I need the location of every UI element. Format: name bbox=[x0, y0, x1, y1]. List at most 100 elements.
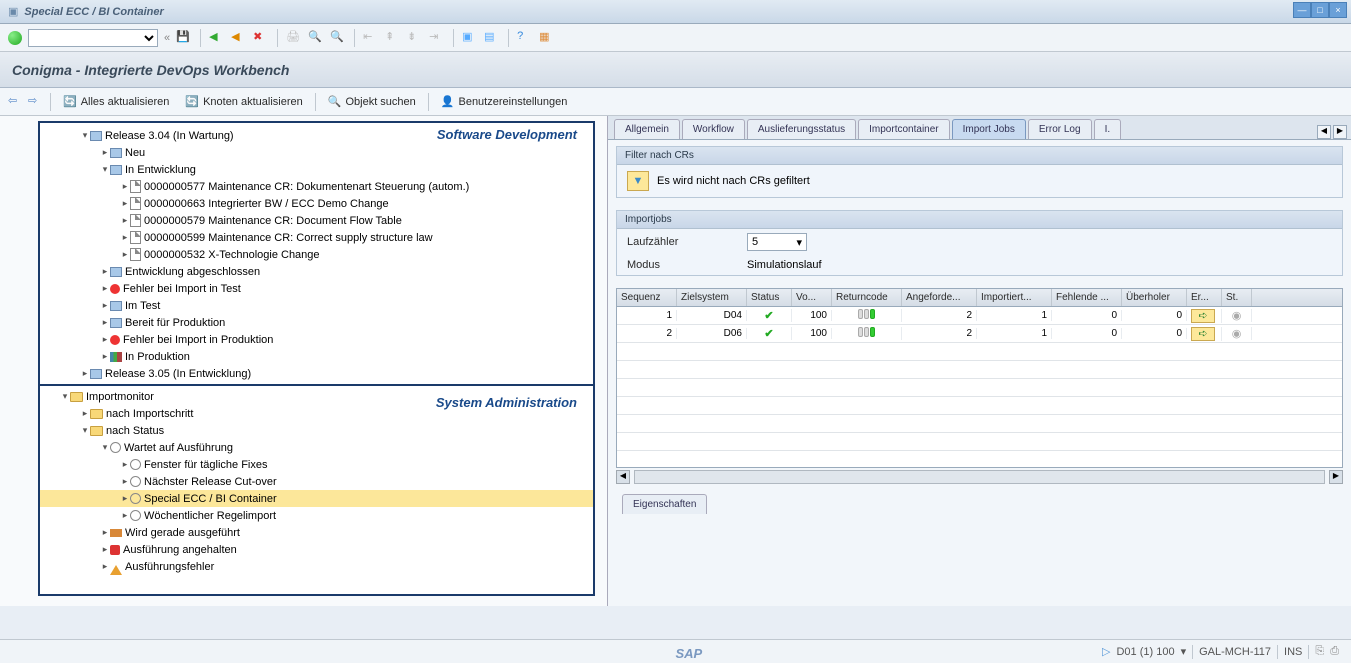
tab-eigenschaften[interactable]: Eigenschaften bbox=[622, 494, 707, 514]
search-object-button[interactable]: 🔍Objekt suchen bbox=[322, 93, 422, 110]
tree-node-nach-status[interactable]: ▾nach Status bbox=[40, 422, 593, 439]
tab-more[interactable]: I. bbox=[1094, 119, 1122, 139]
status-icon1[interactable]: ⎘ bbox=[1315, 645, 1324, 658]
tab-allgemein[interactable]: Allgemein bbox=[614, 119, 680, 139]
col-zielsystem[interactable]: Zielsystem bbox=[677, 289, 747, 306]
tree-item-woechentlich[interactable]: ▸Wöchentlicher Regelimport bbox=[40, 507, 593, 524]
scroll-track[interactable] bbox=[634, 470, 1325, 484]
tree-item-cr579[interactable]: ▸0000000579 Maintenance CR: Document Flo… bbox=[40, 212, 593, 229]
tree-node-fehler[interactable]: ▸Ausführungsfehler bbox=[40, 558, 593, 575]
clock-icon bbox=[110, 442, 121, 453]
customize-icon[interactable]: ▦ bbox=[539, 30, 555, 46]
col-fehlende[interactable]: Fehlende ... bbox=[1052, 289, 1122, 306]
tree-node-import-prod-error[interactable]: ▸Fehler bei Import in Produktion bbox=[40, 331, 593, 348]
tree-item-special-selected[interactable]: ▸Special ECC / BI Container bbox=[40, 490, 593, 507]
warning-icon bbox=[110, 559, 122, 575]
col-vo[interactable]: Vo... bbox=[792, 289, 832, 306]
jobs-panel: Importjobs Laufzähler 5▾ Modus Simulatio… bbox=[616, 210, 1343, 276]
clock-icon bbox=[130, 459, 141, 470]
tab-scroll-right-icon[interactable]: ▶ bbox=[1333, 125, 1347, 139]
cancel-icon[interactable]: ✖ bbox=[253, 30, 269, 46]
tab-importcontainer[interactable]: Importcontainer bbox=[858, 119, 949, 139]
tree-item-naechster[interactable]: ▸Nächster Release Cut-over bbox=[40, 473, 593, 490]
nav-fwd-icon[interactable]: ⇨ bbox=[28, 94, 44, 110]
tree-item-cr577[interactable]: ▸0000000577 Maintenance CR: Dokumentenar… bbox=[40, 178, 593, 195]
first-page-icon[interactable]: ⇤ bbox=[363, 30, 379, 46]
refresh-icon: 🔄 bbox=[185, 95, 199, 108]
document-icon bbox=[130, 248, 141, 261]
col-sequenz[interactable]: Sequenz bbox=[617, 289, 677, 306]
grid-body: 1 D04 ✔ 100 2 1 0 0 ➪ ◉ 2 D06 ✔ 100 bbox=[617, 307, 1342, 467]
ok-icon[interactable] bbox=[8, 31, 22, 45]
section-admin-label: System Administration bbox=[432, 395, 581, 410]
minimize-button[interactable]: — bbox=[1293, 2, 1311, 18]
tree-node-in-entwicklung[interactable]: ▾In Entwicklung bbox=[40, 161, 593, 178]
app-toolbar: ⇦ ⇨ 🔄Alles aktualisieren 🔄Knoten aktuali… bbox=[0, 88, 1351, 116]
close-button[interactable]: × bbox=[1329, 2, 1347, 18]
layout-icon[interactable]: ▤ bbox=[484, 30, 500, 46]
nav-back-icon[interactable]: ⇦ bbox=[8, 94, 24, 110]
bottom-tabstrip: Eigenschaften bbox=[616, 490, 1343, 514]
col-importierte[interactable]: Importiert... bbox=[977, 289, 1052, 306]
save-icon[interactable]: 💾 bbox=[176, 30, 192, 46]
last-page-icon[interactable]: ⇥ bbox=[429, 30, 445, 46]
tree-node-import-test-error[interactable]: ▸Fehler bei Import in Test bbox=[40, 280, 593, 297]
tree-node-im-test[interactable]: ▸Im Test bbox=[40, 297, 593, 314]
new-session-icon[interactable]: ▣ bbox=[462, 30, 478, 46]
action-button[interactable]: ➪ bbox=[1191, 327, 1215, 341]
print-icon[interactable]: 🖨 bbox=[286, 30, 302, 46]
history-back-icon[interactable]: « bbox=[164, 32, 170, 44]
action-button[interactable]: ➪ bbox=[1191, 309, 1215, 323]
status-icon2[interactable]: ⎙ bbox=[1330, 645, 1339, 658]
col-ueberholer[interactable]: Überholer bbox=[1122, 289, 1187, 306]
back-icon[interactable]: ◀ bbox=[209, 30, 225, 46]
package-icon bbox=[90, 369, 102, 379]
tree-node-release305[interactable]: ▸Release 3.05 (In Entwicklung) bbox=[40, 365, 593, 382]
user-settings-button[interactable]: 👤Benutzereinstellungen bbox=[435, 93, 574, 110]
tree-item-cr599[interactable]: ▸0000000599 Maintenance CR: Correct supp… bbox=[40, 229, 593, 246]
table-row[interactable]: 1 D04 ✔ 100 2 1 0 0 ➪ ◉ bbox=[617, 307, 1342, 325]
tab-import-jobs[interactable]: Import Jobs bbox=[952, 119, 1026, 139]
scroll-right-icon[interactable]: ▶ bbox=[1329, 470, 1343, 484]
prev-page-icon[interactable]: ⇞ bbox=[385, 30, 401, 46]
scroll-left-icon[interactable]: ◀ bbox=[616, 470, 630, 484]
document-icon bbox=[130, 197, 141, 210]
filter-button[interactable]: ▼ bbox=[627, 171, 649, 191]
col-status[interactable]: Status bbox=[747, 289, 792, 306]
refresh-all-button[interactable]: 🔄Alles aktualisieren bbox=[57, 93, 175, 110]
command-field[interactable] bbox=[28, 29, 158, 47]
arrow-icon: ➪ bbox=[1198, 327, 1207, 340]
tab-workflow[interactable]: Workflow bbox=[682, 119, 745, 139]
col-angeforderte[interactable]: Angeforde... bbox=[902, 289, 977, 306]
tab-error-log[interactable]: Error Log bbox=[1028, 119, 1092, 139]
exit-icon[interactable]: ◀ bbox=[231, 30, 247, 46]
dropdown-icon[interactable]: ▾ bbox=[1181, 645, 1187, 658]
tree-item-fenster[interactable]: ▸Fenster für tägliche Fixes bbox=[40, 456, 593, 473]
tab-auslieferungsstatus[interactable]: Auslieferungsstatus bbox=[747, 119, 856, 139]
col-returncode[interactable]: Returncode bbox=[832, 289, 902, 306]
tree-node-in-prod[interactable]: ▸In Produktion bbox=[40, 348, 593, 365]
tree-node-entw-done[interactable]: ▸Entwicklung abgeschlossen bbox=[40, 263, 593, 280]
tree-container: Software Development ▾Release 3.04 (In W… bbox=[38, 121, 595, 596]
tree-node-angehalten[interactable]: ▸Ausführung angehalten bbox=[40, 541, 593, 558]
table-row bbox=[617, 397, 1342, 415]
col-st[interactable]: St. bbox=[1222, 289, 1252, 306]
col-er[interactable]: Er... bbox=[1187, 289, 1222, 306]
maximize-button[interactable]: □ bbox=[1311, 2, 1329, 18]
tree-node-wartet[interactable]: ▾Wartet auf Ausführung bbox=[40, 439, 593, 456]
next-page-icon[interactable]: ⇟ bbox=[407, 30, 423, 46]
tree-item-cr663[interactable]: ▸0000000663 Integrierter BW / ECC Demo C… bbox=[40, 195, 593, 212]
table-row[interactable]: 2 D06 ✔ 100 2 1 0 0 ➪ ◉ bbox=[617, 325, 1342, 343]
laufzaehler-dropdown[interactable]: 5▾ bbox=[747, 233, 807, 251]
help-icon[interactable]: ? bbox=[517, 30, 533, 46]
tree-node-neu[interactable]: ▸Neu bbox=[40, 144, 593, 161]
tab-scroll-left-icon[interactable]: ◀ bbox=[1317, 125, 1331, 139]
find-icon[interactable]: 🔍 bbox=[308, 30, 324, 46]
clock-icon bbox=[130, 510, 141, 521]
refresh-node-button[interactable]: 🔄Knoten aktualisieren bbox=[179, 93, 308, 110]
tree-node-ready-prod[interactable]: ▸Bereit für Produktion bbox=[40, 314, 593, 331]
tree-node-wird-ausgefuehrt[interactable]: ▸Wird gerade ausgeführt bbox=[40, 524, 593, 541]
folder-icon bbox=[70, 392, 83, 402]
tree-item-cr532[interactable]: ▸0000000532 X-Technologie Change bbox=[40, 246, 593, 263]
find-next-icon[interactable]: 🔍 bbox=[330, 30, 346, 46]
